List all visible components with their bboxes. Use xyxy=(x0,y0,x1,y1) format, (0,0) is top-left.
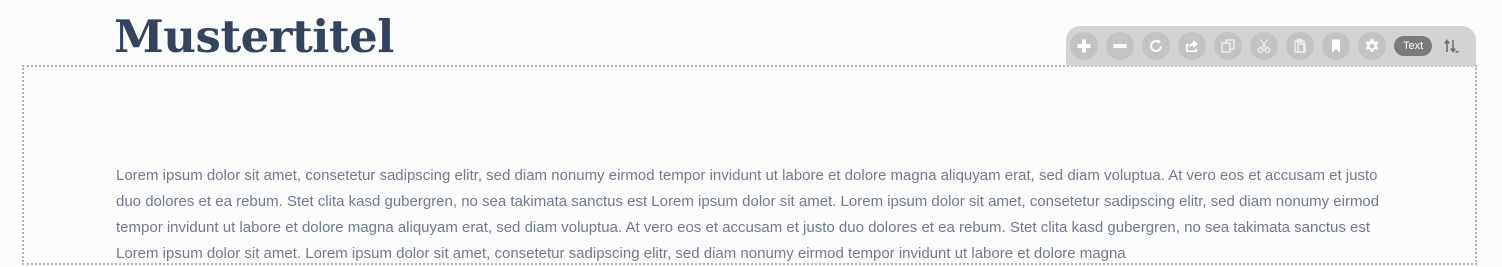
content-block[interactable]: Lorem ipsum dolor sit amet, consetetur s… xyxy=(22,65,1477,265)
add-button[interactable] xyxy=(1070,32,1098,60)
cut-icon xyxy=(1257,39,1271,54)
paste-icon xyxy=(1294,38,1306,53)
cut-button[interactable] xyxy=(1250,32,1278,60)
gear-icon xyxy=(1365,39,1379,52)
plus-icon xyxy=(1077,39,1091,53)
sort-button[interactable] xyxy=(1441,36,1461,56)
copy-icon xyxy=(1221,39,1235,53)
bookmark-icon xyxy=(1332,39,1340,53)
paste-button[interactable] xyxy=(1286,32,1314,60)
share-button[interactable] xyxy=(1178,32,1206,60)
bookmark-button[interactable] xyxy=(1322,32,1350,60)
refresh-button[interactable] xyxy=(1142,32,1170,60)
remove-button[interactable] xyxy=(1106,32,1134,60)
sort-icon xyxy=(1444,39,1459,53)
refresh-icon xyxy=(1150,39,1163,52)
share-icon xyxy=(1186,40,1198,52)
block-toolbar: Text xyxy=(1066,26,1476,66)
body-paragraph[interactable]: Lorem ipsum dolor sit amet, consetetur s… xyxy=(116,163,1396,267)
block-type-label[interactable]: Text xyxy=(1394,36,1433,56)
page-title: Mustertitel xyxy=(114,10,394,63)
minus-icon xyxy=(1113,44,1127,48)
copy-button[interactable] xyxy=(1214,32,1242,60)
settings-button[interactable] xyxy=(1358,32,1386,60)
